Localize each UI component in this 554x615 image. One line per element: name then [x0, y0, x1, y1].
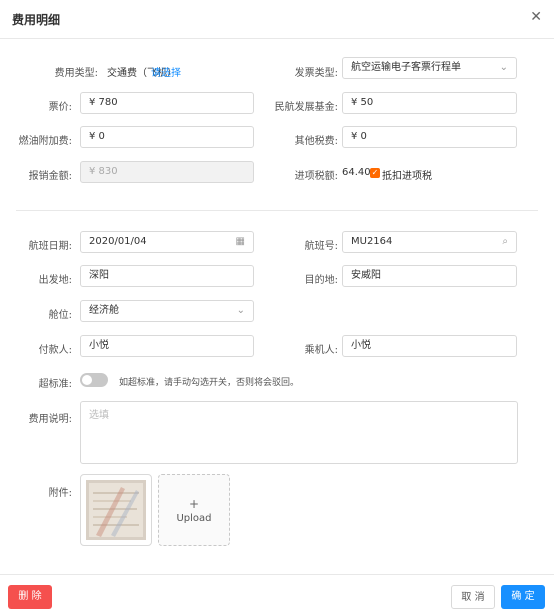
close-icon[interactable]: ✕ [530, 9, 542, 25]
civil-aviation-fund-value: ¥ 50 [351, 97, 374, 108]
civil-aviation-fund-input[interactable]: ¥ 50 [342, 92, 517, 114]
cabin-value: 经济舱 [89, 305, 119, 316]
section-divider [16, 210, 538, 211]
other-taxes-input[interactable]: ¥ 0 [342, 126, 517, 148]
dialog-title: 费用明细 [12, 13, 61, 27]
receipt-image-icon [86, 480, 146, 540]
over-standard-label: 超标准: [38, 379, 72, 390]
search-icon[interactable]: ⌕ [502, 232, 508, 252]
description-placeholder: 选填 [89, 410, 109, 421]
destination-value: 安威阳 [351, 270, 381, 281]
select-expense-type-link[interactable]: 请选择 [151, 64, 181, 79]
reimbursement-amount-input: ¥ 830 [80, 161, 254, 183]
plus-icon: + [188, 497, 200, 511]
flight-date-picker[interactable]: 2020/01/04 ▦ [80, 231, 254, 253]
over-standard-hint: 如超标准，请手动勾选开关，否则将会驳回。 [119, 378, 300, 388]
deduct-input-tax-label: 抵扣进项税 [382, 171, 432, 182]
invoice-type-value: 航空运输电子客票行程单 [351, 62, 461, 73]
fuel-surcharge-input[interactable]: ¥ 0 [80, 126, 254, 148]
delete-button[interactable]: 删 除 [8, 585, 52, 609]
over-standard-toggle[interactable] [80, 373, 108, 387]
civil-aviation-fund-label: 民航发展基金: [274, 102, 338, 113]
flight-date-value: 2020/01/04 [89, 236, 147, 247]
departure-input[interactable]: 深阳 [80, 265, 254, 287]
other-taxes-value: ¥ 0 [351, 131, 367, 142]
fuel-surcharge-label: 燃油附加费: [18, 136, 72, 147]
passenger-input[interactable]: 小悦 [342, 335, 517, 357]
attachment-label: 附件: [48, 488, 72, 499]
reimbursement-amount-label: 报销金额: [28, 171, 72, 182]
input-tax-label: 进项税额: [294, 171, 338, 182]
flight-no-value: MU2164 [351, 236, 393, 247]
flight-date-label: 航班日期: [28, 241, 72, 252]
upload-button[interactable]: + Upload [158, 474, 230, 546]
invoice-type-label: 发票类型: [294, 68, 338, 79]
description-label: 费用说明: [28, 414, 72, 425]
other-taxes-label: 其他税费: [294, 136, 338, 147]
destination-label: 目的地: [304, 275, 338, 286]
description-textarea[interactable]: 选填 [80, 401, 518, 464]
attachment-thumbnail[interactable] [80, 474, 152, 546]
payer-value: 小悦 [89, 340, 109, 351]
toggle-knob [82, 375, 92, 385]
payer-label: 付款人: [38, 345, 72, 356]
passenger-label: 乘机人: [304, 345, 338, 356]
upload-label: Upload [176, 513, 212, 524]
fare-label: 票价: [48, 102, 72, 113]
departure-value: 深阳 [89, 270, 109, 281]
dialog-footer: 删 除 取 消 确 定 [0, 574, 554, 615]
cabin-label: 舱位: [48, 310, 72, 321]
departure-label: 出发地: [38, 275, 72, 286]
calendar-icon: ▦ [235, 236, 245, 247]
chevron-down-icon: ⌄ [499, 62, 508, 73]
expense-type-label: 费用类型: [54, 68, 98, 79]
dialog-header: 费用明细 ✕ [0, 0, 554, 39]
expense-detail-dialog: 费用明细 ✕ 费用类型: 交通费（飞机） 请选择 发票类型: 航空运输电子客票行… [0, 0, 554, 614]
fare-input[interactable]: ¥ 780 [80, 92, 254, 114]
input-tax-value: 64.40 [342, 167, 371, 178]
deduct-input-tax-checkbox[interactable]: ✓ [370, 168, 380, 178]
flight-no-input[interactable]: MU2164 ⌕ [342, 231, 517, 253]
chevron-down-icon: ⌄ [236, 305, 245, 316]
cabin-select[interactable]: 经济舱 ⌄ [80, 300, 254, 322]
payer-input[interactable]: 小悦 [80, 335, 254, 357]
destination-input[interactable]: 安威阳 [342, 265, 517, 287]
passenger-value: 小悦 [351, 340, 371, 351]
fare-value: ¥ 780 [89, 97, 118, 108]
reimbursement-amount-value: ¥ 830 [89, 166, 118, 177]
invoice-type-select[interactable]: 航空运输电子客票行程单 ⌄ [342, 57, 517, 79]
flight-no-label: 航班号: [304, 241, 338, 252]
confirm-button[interactable]: 确 定 [501, 585, 545, 609]
fuel-surcharge-value: ¥ 0 [89, 131, 105, 142]
cancel-button[interactable]: 取 消 [451, 585, 495, 609]
